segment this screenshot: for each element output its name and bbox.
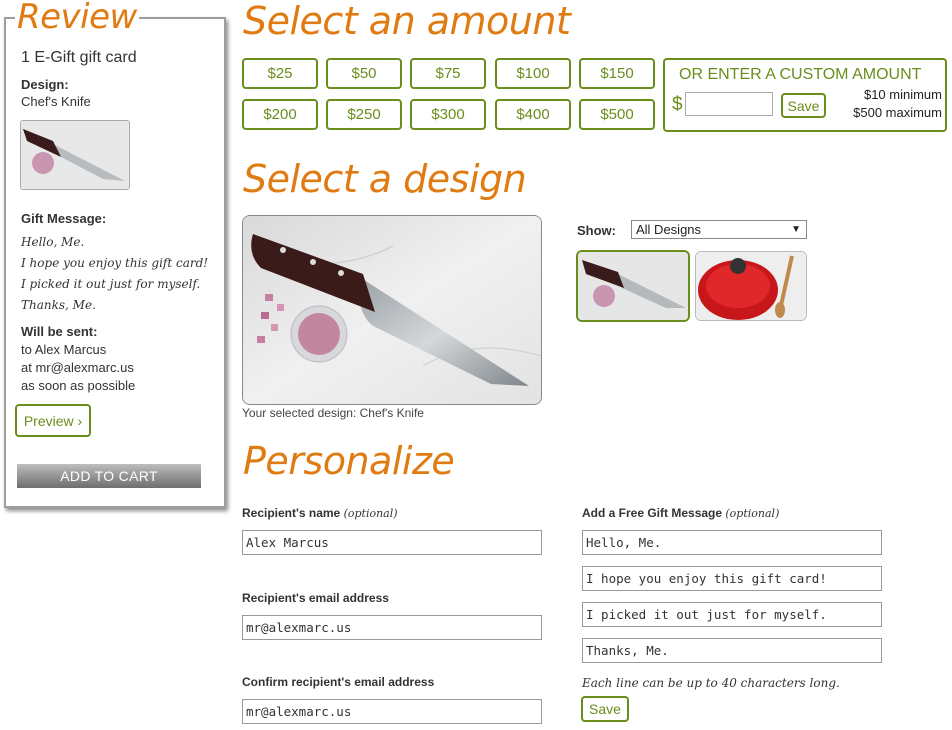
review-design-thumbnail xyxy=(20,120,130,190)
confirm-email-label: Confirm recipient's email address xyxy=(242,675,435,689)
amount-option[interactable]: $500 xyxy=(579,99,655,130)
custom-amount-minimum: $10 minimum xyxy=(863,87,942,102)
personalize-heading: Personalize xyxy=(243,439,455,483)
review-message-line: I picked it out just for myself. xyxy=(21,277,201,291)
design-filter-value: All Designs xyxy=(636,222,702,237)
recipient-email-input[interactable]: mr@alexmarc.us xyxy=(242,615,542,640)
design-thumbnail-chef-knife[interactable] xyxy=(576,250,690,322)
recipient-name-input[interactable]: Alex Marcus xyxy=(242,530,542,555)
gift-message-line-4[interactable]: Thanks, Me. xyxy=(582,638,882,663)
custom-amount-box: OR ENTER A CUSTOM AMOUNT $ Save $10 mini… xyxy=(663,58,947,132)
confirm-email-input[interactable]: mr@alexmarc.us xyxy=(242,699,542,724)
custom-amount-save-button[interactable]: Save xyxy=(781,93,826,118)
gift-message-line-2[interactable]: I hope you enjoy this gift card! xyxy=(582,566,882,591)
gift-message-hint: Each line can be up to 40 characters lon… xyxy=(582,676,840,690)
review-sent-when: as soon as possible xyxy=(21,378,136,393)
gift-message-line-3[interactable]: I picked it out just for myself. xyxy=(582,602,882,627)
custom-amount-input[interactable] xyxy=(685,92,773,116)
review-item: 1 E-Gift gift card xyxy=(21,49,137,66)
amount-option[interactable]: $250 xyxy=(326,99,402,130)
selected-design-caption: Your selected design: Chef's Knife xyxy=(242,406,424,420)
review-panel: 1 E-Gift gift card Design: Chef's Knife … xyxy=(4,17,226,508)
review-sent-to: to Alex Marcus xyxy=(21,342,107,357)
review-heading: Review xyxy=(15,0,139,37)
amount-option[interactable]: $150 xyxy=(579,58,655,89)
review-will-be-sent-label: Will be sent: xyxy=(21,324,98,339)
amount-option[interactable]: $300 xyxy=(410,99,486,130)
custom-amount-title: OR ENTER A CUSTOM AMOUNT xyxy=(679,66,922,83)
amount-option[interactable]: $200 xyxy=(242,99,318,130)
review-design-value: Chef's Knife xyxy=(21,94,91,109)
custom-amount-maximum: $500 maximum xyxy=(853,105,942,120)
gift-message-line-1[interactable]: Hello, Me. xyxy=(582,530,882,555)
gift-message-label: Add a Free Gift Message (optional) xyxy=(582,506,780,520)
dropdown-arrow-icon: ▼ xyxy=(791,224,801,235)
review-sent-at: at mr@alexmarc.us xyxy=(21,360,134,375)
design-heading: Select a design xyxy=(243,157,527,201)
add-to-cart-button[interactable]: ADD TO CART xyxy=(17,464,201,488)
review-gift-message-label: Gift Message: xyxy=(21,211,107,226)
recipient-name-label: Recipient's name (optional) xyxy=(242,506,398,520)
amount-option[interactable]: $100 xyxy=(495,58,571,89)
preview-button[interactable]: Preview › xyxy=(15,404,91,437)
amount-option[interactable]: $25 xyxy=(242,58,318,89)
amount-option[interactable]: $75 xyxy=(410,58,486,89)
review-message-line: I hope you enjoy this gift card! xyxy=(21,256,209,270)
review-design-label: Design: xyxy=(21,77,69,92)
review-message-line: Hello, Me. xyxy=(21,235,85,249)
currency-symbol: $ xyxy=(672,94,683,115)
amount-option[interactable]: $400 xyxy=(495,99,571,130)
design-filter-select[interactable]: All Designs ▼ xyxy=(631,220,807,239)
review-message-line: Thanks, Me. xyxy=(21,298,96,312)
amount-option[interactable]: $50 xyxy=(326,58,402,89)
show-label: Show: xyxy=(577,223,616,238)
gift-message-save-button[interactable]: Save xyxy=(581,696,629,722)
design-thumbnail-dutch-oven[interactable] xyxy=(695,251,807,321)
amount-heading: Select an amount xyxy=(243,0,571,43)
recipient-email-label: Recipient's email address xyxy=(242,591,389,605)
selected-design-image xyxy=(242,215,542,405)
